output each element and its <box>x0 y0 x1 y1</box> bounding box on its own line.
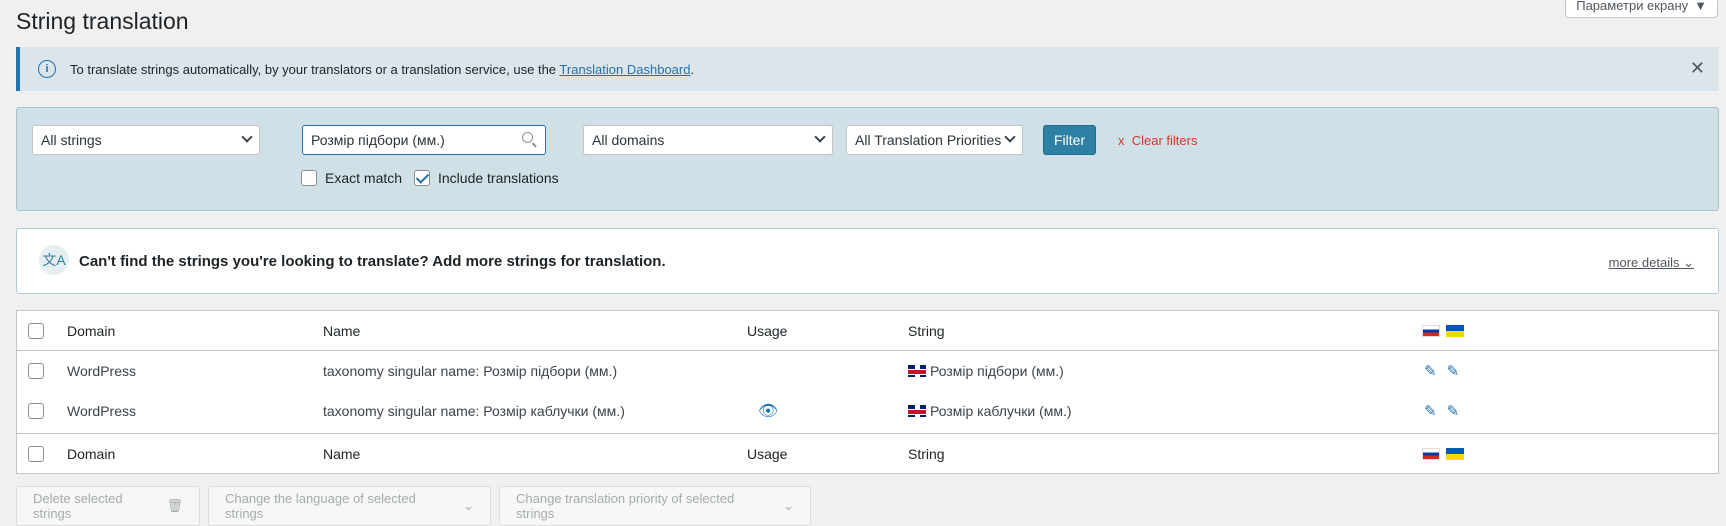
delete-selected-button[interactable]: Delete selected strings 🗑 <box>16 486 200 526</box>
add-strings-panel: 文A Can't find the strings you're looking… <box>16 228 1719 294</box>
pencil-icon[interactable]: ✎ <box>1447 402 1460 420</box>
delete-selected-label: Delete selected strings <box>33 491 123 521</box>
row-domain: WordPress <box>67 363 136 379</box>
exact-match-label: Exact match <box>325 170 403 186</box>
more-details-label: more details <box>1608 255 1680 270</box>
domains-select[interactable]: All domains <box>583 125 833 155</box>
pencil-icon[interactable]: ✎ <box>1447 362 1460 380</box>
chevron-down-icon: ⌄ <box>783 498 794 513</box>
row-string: Розмір підбори (мм.) <box>908 351 1064 391</box>
translate-icon: 文A <box>39 245 69 275</box>
russian-flag-icon <box>1422 447 1440 460</box>
translation-dashboard-link[interactable]: Translation Dashboard <box>559 62 690 77</box>
column-usage: Usage <box>747 445 788 462</box>
caret-down-icon: ▼ <box>1694 0 1707 13</box>
pencil-icon[interactable]: ✎ <box>1424 362 1437 380</box>
info-notice: i To translate strings automatically, by… <box>16 47 1719 91</box>
info-icon: i <box>38 60 56 78</box>
row-checkbox[interactable] <box>28 363 44 379</box>
strings-select-value: All strings <box>41 132 102 148</box>
row-string: Розмір каблучки (мм.) <box>908 391 1072 431</box>
priorities-select[interactable]: All Translation Priorities <box>846 125 1023 155</box>
row-string-text: Розмір підбори (мм.) <box>930 363 1064 379</box>
trash-icon: 🗑 <box>166 498 183 513</box>
column-domain: Domain <box>67 322 116 339</box>
include-translations-option[interactable]: Include translations <box>414 170 559 186</box>
page-title: String translation <box>16 8 189 34</box>
english-flag-icon <box>908 405 926 417</box>
chevron-down-icon: ⌄ <box>463 498 474 513</box>
search-input-value: Розмір підбори (мм.) <box>311 132 445 148</box>
chevron-down-icon: ⌄ <box>1683 255 1694 270</box>
row-domain: WordPress <box>67 403 136 419</box>
language-flags <box>1422 434 1464 473</box>
english-flag-icon <box>908 365 926 377</box>
priorities-select-value: All Translation Priorities <box>855 132 1002 148</box>
select-all-checkbox[interactable] <box>28 445 44 462</box>
eye-icon[interactable]: 👁 <box>758 391 778 431</box>
clear-filters-link[interactable]: x Clear filters <box>1118 133 1197 148</box>
ukrainian-flag-icon <box>1446 324 1464 337</box>
row-string-text: Розмір каблучки (мм.) <box>930 403 1072 419</box>
screen-options-button[interactable]: Параметри екрану ▼ <box>1565 0 1718 18</box>
chevron-down-icon <box>241 131 253 143</box>
table-row: WordPress taxonomy singular name: Розмір… <box>17 351 1718 391</box>
search-icon <box>522 132 533 143</box>
strings-table: Domain Name Usage String WordPress taxon… <box>16 310 1719 474</box>
notice-text: To translate strings automatically, by y… <box>70 62 694 77</box>
screen-options-label: Параметри екрану <box>1576 0 1689 13</box>
column-string: String <box>908 445 945 462</box>
select-all-checkbox[interactable] <box>28 322 44 339</box>
chevron-down-icon <box>1004 131 1016 143</box>
column-name: Name <box>323 445 361 462</box>
ukrainian-flag-icon <box>1446 447 1464 460</box>
column-name: Name <box>323 322 361 339</box>
notice-suffix: . <box>690 61 695 77</box>
close-icon[interactable]: ✕ <box>1690 59 1705 77</box>
exact-match-option[interactable]: Exact match <box>301 170 402 186</box>
filter-button[interactable]: Filter <box>1043 125 1097 155</box>
pencil-icon[interactable]: ✎ <box>1424 402 1437 420</box>
change-priority-button[interactable]: Change translation priority of selected … <box>499 486 811 526</box>
change-language-label: Change the language of selected strings <box>225 491 416 521</box>
row-name: taxonomy singular name: Розмір каблучки … <box>323 403 625 419</box>
search-input[interactable]: Розмір підбори (мм.) <box>302 125 546 155</box>
strings-select[interactable]: All strings <box>32 125 260 155</box>
filter-panel: All strings Розмір підбори (мм.) All dom… <box>16 107 1719 211</box>
row-checkbox[interactable] <box>28 403 44 419</box>
russian-flag-icon <box>1422 324 1440 337</box>
domains-select-value: All domains <box>592 132 665 148</box>
add-strings-message: Can't find the strings you're looking to… <box>79 253 666 270</box>
table-footer-row: Domain Name Usage String <box>17 433 1718 473</box>
clear-filters-x: x <box>1118 133 1125 148</box>
clear-filters-label: Clear filters <box>1131 133 1198 148</box>
exact-match-checkbox[interactable] <box>301 170 317 186</box>
column-string: String <box>908 322 945 339</box>
column-usage: Usage <box>747 322 788 339</box>
chevron-down-icon <box>814 131 826 143</box>
include-translations-checkbox[interactable] <box>414 170 430 186</box>
row-actions: ✎ ✎ <box>1424 391 1469 431</box>
change-language-button[interactable]: Change the language of selected strings … <box>208 486 491 526</box>
table-row: WordPress taxonomy singular name: Розмір… <box>17 391 1718 431</box>
include-translations-label: Include translations <box>438 170 559 186</box>
column-domain: Domain <box>67 445 116 462</box>
notice-message: To translate strings automatically, by y… <box>70 61 560 77</box>
table-header-row: Domain Name Usage String <box>17 311 1718 351</box>
row-name: taxonomy singular name: Розмір підбори (… <box>323 363 618 379</box>
more-details-link[interactable]: more details ⌄ <box>1609 255 1694 271</box>
language-flags <box>1422 311 1464 350</box>
row-actions: ✎ ✎ <box>1424 351 1469 391</box>
change-priority-label: Change translation priority of selected … <box>516 491 735 521</box>
